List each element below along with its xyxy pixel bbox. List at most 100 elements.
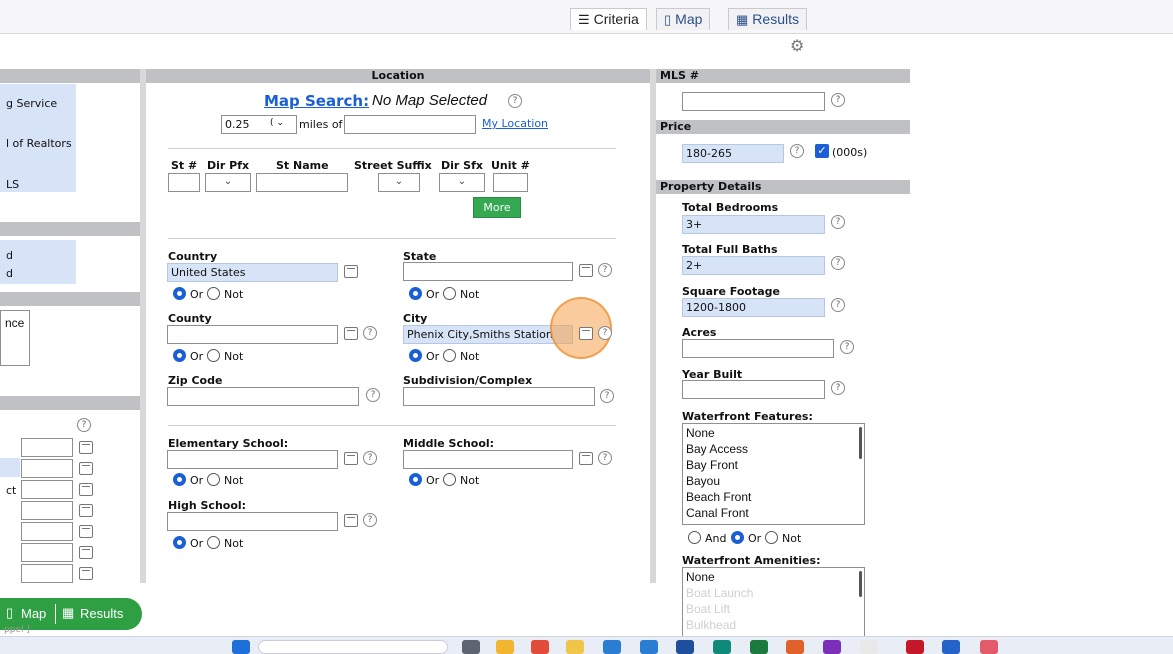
app-icon[interactable] (786, 640, 804, 654)
help-icon[interactable]: ? (363, 326, 377, 340)
list-item[interactable]: Boat Launch (686, 585, 861, 601)
unit-number-input[interactable] (493, 173, 528, 192)
help-icon[interactable]: ? (598, 451, 612, 465)
list-item[interactable]: Bay Access (686, 441, 861, 457)
taskbar-search-box[interactable] (258, 640, 448, 654)
state-or-radio[interactable] (409, 287, 422, 300)
middle-not-radio[interactable] (443, 473, 456, 486)
list-item[interactable]: Bulkhead (686, 617, 861, 633)
left-item-service[interactable]: g Service (6, 97, 57, 110)
left-item-d1[interactable]: d (6, 249, 13, 262)
help-icon[interactable]: ? (840, 340, 854, 354)
dir-sfx-select[interactable]: ⌄ (439, 173, 485, 192)
help-icon[interactable]: ? (831, 215, 845, 229)
radius-select[interactable]: 0.25( ⌄ (221, 115, 297, 134)
app-icon[interactable] (603, 640, 621, 654)
st-number-input[interactable] (168, 173, 200, 192)
county-input[interactable] (167, 325, 338, 344)
state-not-radio[interactable] (443, 287, 456, 300)
picker-icon[interactable] (344, 265, 358, 278)
middle-input[interactable] (403, 450, 573, 469)
list-item[interactable]: Boat Lift (686, 601, 861, 617)
help-icon[interactable]: ? (598, 263, 612, 277)
calendar-icon[interactable] (79, 441, 93, 454)
calendar-icon[interactable] (79, 525, 93, 538)
county-or-radio[interactable] (173, 349, 186, 362)
help-icon[interactable]: ? (600, 389, 614, 403)
calendar-icon[interactable] (79, 462, 93, 475)
app-icon[interactable] (750, 640, 768, 654)
scrollbar-thumb[interactable] (859, 427, 862, 459)
left-date-input-3[interactable] (21, 480, 73, 499)
task-view-icon[interactable] (462, 640, 480, 654)
elementary-not-radio[interactable] (207, 473, 220, 486)
calendar-icon[interactable] (79, 567, 93, 580)
picker-icon[interactable] (579, 327, 593, 340)
state-input[interactable] (403, 262, 573, 281)
more-button[interactable]: More (473, 197, 521, 218)
calendar-icon[interactable] (79, 483, 93, 496)
tab-criteria[interactable]: ☰ Criteria (570, 8, 647, 30)
help-icon[interactable]: ? (508, 94, 522, 108)
app-icon[interactable] (676, 640, 694, 654)
waterfront-features-list[interactable]: None Bay Access Bay Front Bayou Beach Fr… (682, 423, 865, 525)
file-explorer-icon[interactable] (496, 640, 514, 654)
country-or-radio[interactable] (173, 287, 186, 300)
list-item[interactable]: None (686, 425, 861, 441)
zip-input[interactable] (167, 387, 359, 406)
chrome-icon[interactable] (531, 640, 549, 654)
gear-icon[interactable]: ⚙ (790, 36, 804, 55)
middle-or-radio[interactable] (409, 473, 422, 486)
subdivision-input[interactable] (403, 387, 595, 406)
help-icon[interactable]: ? (598, 326, 612, 340)
app-icon[interactable] (860, 640, 878, 654)
high-or-radio[interactable] (173, 536, 186, 549)
list-item[interactable]: Bayou (686, 473, 861, 489)
help-icon[interactable]: ? (366, 388, 380, 402)
wf-and-radio[interactable] (688, 531, 701, 544)
sqft-input[interactable]: 1200-1800 (682, 298, 825, 317)
app-icon[interactable] (906, 640, 924, 654)
price-input[interactable]: 180-265 (682, 144, 784, 163)
help-icon[interactable]: ? (831, 298, 845, 312)
wf-not-radio[interactable] (765, 531, 778, 544)
left-item-mls[interactable]: LS (6, 178, 19, 191)
left-date-input-6[interactable] (21, 543, 73, 562)
floating-results-button[interactable]: Results (80, 606, 123, 621)
elementary-or-radio[interactable] (173, 473, 186, 486)
mls-input[interactable] (682, 92, 825, 111)
help-icon[interactable]: ? (831, 256, 845, 270)
waterfront-amenities-list[interactable]: None Boat Launch Boat Lift Bulkhead (682, 567, 865, 637)
left-item-realtors[interactable]: l of Realtors (6, 137, 72, 150)
help-icon[interactable]: ? (77, 418, 91, 432)
floating-map-button[interactable]: Map (21, 606, 46, 621)
picker-icon[interactable] (344, 327, 358, 340)
year-built-input[interactable] (682, 380, 825, 399)
calendar-icon[interactable] (79, 504, 93, 517)
help-icon[interactable]: ? (363, 513, 377, 527)
left-date-input-4[interactable] (21, 501, 73, 520)
app-icon[interactable] (640, 640, 658, 654)
map-search-link[interactable]: Map Search: (264, 92, 369, 110)
high-input[interactable] (167, 512, 338, 531)
tab-map[interactable]: ▯ Map (656, 8, 711, 30)
country-not-radio[interactable] (207, 287, 220, 300)
tab-results[interactable]: ▦ Results (728, 8, 807, 30)
radius-origin-input[interactable] (344, 115, 476, 134)
bedrooms-input[interactable]: 3+ (682, 215, 825, 234)
left-date-input-1[interactable] (21, 438, 73, 457)
app-icon[interactable] (713, 640, 731, 654)
left-date-input-7[interactable] (21, 564, 73, 583)
st-name-input[interactable] (256, 173, 348, 192)
picker-icon[interactable] (344, 452, 358, 465)
list-item[interactable]: Beach Front (686, 489, 861, 505)
app-icon[interactable] (980, 640, 998, 654)
app-icon[interactable] (566, 640, 584, 654)
windows-start-icon[interactable] (232, 640, 250, 654)
wf-or-radio[interactable] (731, 531, 744, 544)
help-icon[interactable]: ? (363, 451, 377, 465)
city-input[interactable]: Phenix City,Smiths Station (403, 325, 573, 344)
baths-input[interactable]: 2+ (682, 256, 825, 275)
my-location-link[interactable]: My Location (482, 117, 548, 130)
picker-icon[interactable] (579, 264, 593, 277)
